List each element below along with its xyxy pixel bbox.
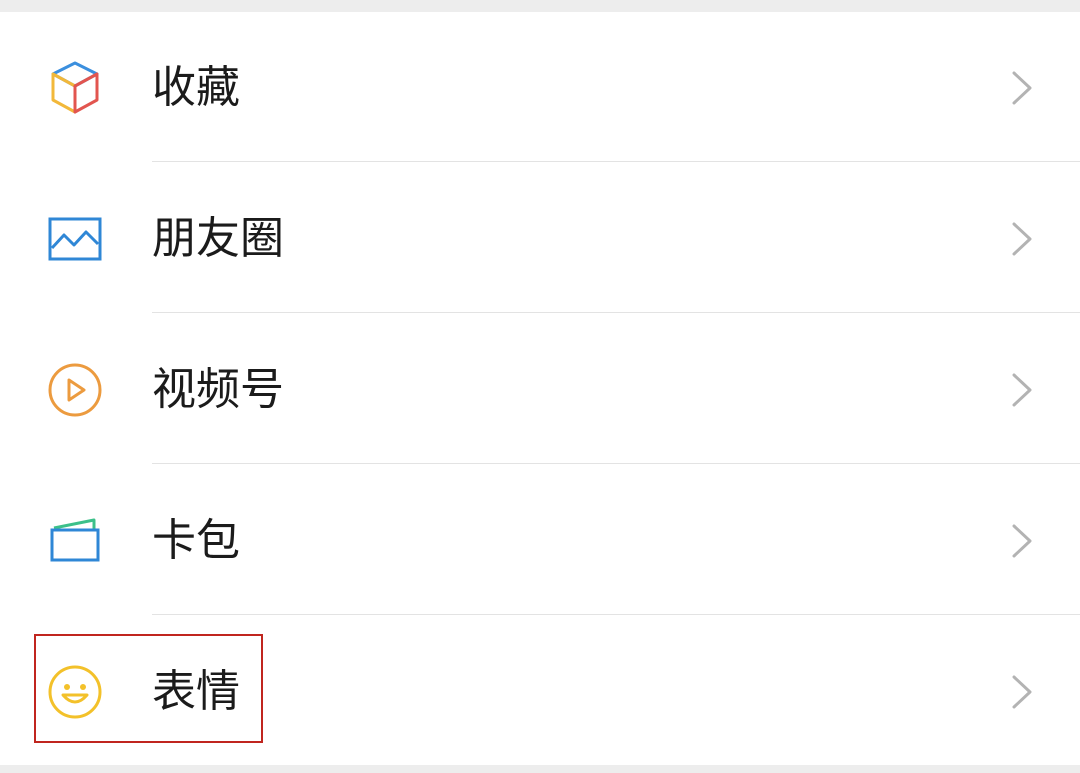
menu-item-card-wallet[interactable]: 卡包 xyxy=(0,465,1080,615)
menu-item-moments[interactable]: 朋友圈 xyxy=(0,163,1080,313)
menu-item-label: 朋友圈 xyxy=(152,213,284,264)
highlight-box xyxy=(34,634,263,743)
chevron-right-icon xyxy=(1008,70,1036,106)
menu-item-favorites[interactable]: 收藏 xyxy=(0,12,1080,162)
menu-divider xyxy=(152,312,1080,313)
moments-picture-icon xyxy=(46,210,104,268)
chevron-right-icon xyxy=(1008,221,1036,257)
menu-item-label: 视频号 xyxy=(152,364,284,415)
menu-divider xyxy=(152,463,1080,464)
chevron-right-icon xyxy=(1008,372,1036,408)
menu-item-label: 卡包 xyxy=(152,515,240,566)
menu-item-label: 收藏 xyxy=(152,62,240,113)
favorites-cube-icon xyxy=(46,59,104,117)
channels-play-icon xyxy=(46,361,104,419)
card-wallet-icon xyxy=(46,512,104,570)
chevron-right-icon xyxy=(1008,674,1036,710)
menu-divider xyxy=(152,161,1080,162)
menu-divider xyxy=(152,614,1080,615)
chevron-right-icon xyxy=(1008,523,1036,559)
menu-item-channels[interactable]: 视频号 xyxy=(0,314,1080,464)
